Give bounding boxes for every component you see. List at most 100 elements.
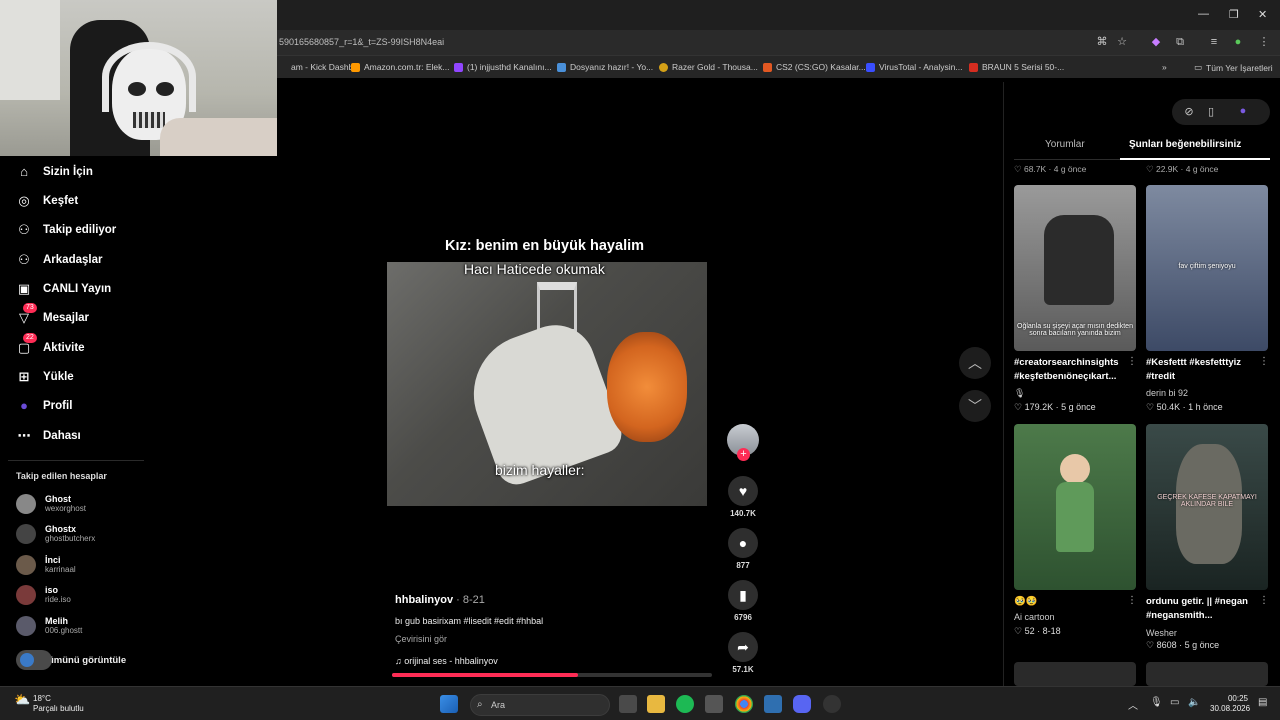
more-options-icon[interactable]: ⋮ <box>1127 595 1137 606</box>
bookmark-item[interactable]: (1) injjusthd Kanalını... <box>454 62 552 72</box>
music-link[interactable]: ♫ orijinal ses - hhbalinyov <box>395 656 715 666</box>
card-title[interactable]: #Kesfettt #kesfetttyiz #tredit <box>1146 356 1264 384</box>
menu-icon[interactable]: ⋮ <box>1257 35 1271 49</box>
bookmark-item[interactable]: BRAUN 5 Serisi 50-... <box>969 62 1064 72</box>
webcam-mask-teeth <box>133 112 165 128</box>
video-description: bı gub basirixam #lisedit #edit #hhbal <box>395 616 544 626</box>
tab-you-may-like[interactable]: Şunları beğenebilirsiniz <box>1129 139 1241 150</box>
card-author[interactable]: Wesher <box>1146 628 1177 638</box>
more-bookmarks-icon[interactable]: » <box>1162 62 1167 72</box>
microphone-icon[interactable]: 🎙 <box>1150 697 1163 708</box>
like-button[interactable]: ♥ 140.7K <box>726 476 760 518</box>
comment-button[interactable]: ● 877 <box>726 528 760 570</box>
braun-icon <box>969 62 978 72</box>
sidebar-item-upload[interactable]: ⊞ Yükle <box>16 369 74 385</box>
see-translation-link[interactable]: Çevirisini gör <box>395 634 715 644</box>
phone-icon[interactable]: ▯ <box>1204 105 1218 119</box>
discord-icon[interactable] <box>793 695 811 713</box>
sidebar-item-activity[interactable]: ▢ 22 Aktivite <box>16 333 85 356</box>
video-thumbnail[interactable]: Oğlanla su şişeyi açar mısın dedikten so… <box>1014 185 1136 351</box>
tab-comments[interactable]: Yorumlar <box>1045 139 1085 150</box>
followed-account[interactable]: Ghostx ghostbutcherx <box>16 524 95 544</box>
start-icon[interactable] <box>440 695 458 713</box>
chrome-icon[interactable] <box>735 695 753 713</box>
bookmark-item[interactable]: Razer Gold - Thousa... <box>659 62 758 72</box>
card-author[interactable]: Ai cartoon <box>1014 612 1055 622</box>
bookmark-item[interactable]: Amazon.com.tr: Elek... <box>351 62 450 72</box>
more-options-icon[interactable]: ⋮ <box>1259 356 1269 367</box>
see-all-button[interactable]: ümünü görüntüle <box>16 650 126 670</box>
previous-video-button[interactable]: ︿ <box>959 347 991 379</box>
file-explorer-icon[interactable] <box>647 695 665 713</box>
translate-icon[interactable]: ⌘ <box>1095 35 1109 49</box>
system-clock[interactable]: 00:25 30.08.2026 <box>1210 694 1250 714</box>
address-bar[interactable]: 590165680857_r=1&_t=ZS-99ISH8N4eai ⌘ ☆ ◆… <box>277 30 1280 56</box>
volume-icon[interactable]: 🔈 <box>1188 697 1200 708</box>
obs-icon[interactable] <box>823 695 841 713</box>
weather-icon[interactable]: ⛅ <box>14 692 30 708</box>
bookmark-item[interactable]: Dosyanız hazır! - Yo... <box>557 62 653 72</box>
see-all-toggle[interactable] <box>16 650 52 670</box>
video-thumbnail[interactable] <box>1014 662 1136 686</box>
video-thumbnail[interactable] <box>1146 662 1268 686</box>
network-icon[interactable]: ▭ <box>1170 697 1179 708</box>
sidebar-item-following[interactable]: ⚇ Takip ediliyor <box>16 222 116 238</box>
bookmark-item[interactable]: VirusTotal - Analysin... <box>866 62 962 72</box>
extension-icon[interactable]: ◆ <box>1149 35 1163 49</box>
compass-icon[interactable]: ⊘ <box>1182 105 1196 119</box>
notifications-icon[interactable]: ▤ <box>1258 697 1267 708</box>
tray-chevron-up-icon[interactable]: ︿ <box>1128 697 1138 712</box>
card-title[interactable]: #creatorsearchinsights #keşfetbenıöneçık… <box>1014 356 1132 384</box>
video-progress-bar[interactable] <box>392 673 712 677</box>
task-view-icon[interactable] <box>619 695 637 713</box>
video-thumbnail[interactable] <box>1014 424 1136 590</box>
close-icon[interactable]: ✕ <box>1258 8 1267 21</box>
creator-avatar-button[interactable]: + <box>726 424 760 461</box>
video-thumbnail[interactable]: GEÇREK KAFESE KAPATMAYI AKLINDAR BİLE <box>1146 424 1268 590</box>
weather-widget[interactable]: 18°C Parçalı bulutlu <box>33 694 84 714</box>
author-name[interactable]: hhbalinyov <box>395 594 453 606</box>
card-title[interactable]: 🥹🥹 <box>1014 595 1132 609</box>
more-options-icon[interactable]: ⋮ <box>1259 595 1269 606</box>
sidebar-item-more[interactable]: ⋯ Dahası <box>16 428 81 444</box>
all-bookmarks[interactable]: ▭ Tüm Yer İşaretleri <box>1194 62 1273 73</box>
thumbnail-overlay-text: fav çiftim şeniyoyu <box>1178 263 1236 270</box>
steam-icon[interactable] <box>764 695 782 713</box>
more-options-icon[interactable]: ⋮ <box>1127 356 1137 367</box>
follow-plus-icon[interactable]: + <box>737 448 750 461</box>
minimize-icon[interactable]: — <box>1198 8 1209 20</box>
card-author[interactable]: 🎙 <box>1014 388 1025 399</box>
taskbar-search[interactable]: ⌕ Ara <box>470 694 610 716</box>
sidebar-item-live[interactable]: ▣ CANLI Yayın <box>16 281 111 297</box>
profile-avatar-icon[interactable]: ● <box>1231 35 1245 49</box>
avatar <box>16 524 36 544</box>
followed-account[interactable]: Melih 006.ghostt <box>16 616 82 636</box>
next-video-button[interactable]: ﹀ <box>959 390 991 422</box>
sidebar-item-explore[interactable]: ◎ Keşfet <box>16 193 78 209</box>
star-icon[interactable]: ☆ <box>1115 35 1129 49</box>
video-thumbnail[interactable]: fav çiftim şeniyoyu <box>1146 185 1268 351</box>
video-author[interactable]: hhbalinyov · 8-21 <box>395 594 715 606</box>
bookmark-item[interactable]: CS2 (CS:GO) Kasalar... <box>763 62 866 72</box>
card-author[interactable]: derin bi 92 <box>1146 388 1188 398</box>
sidebar-divider <box>8 460 144 461</box>
puzzle-icon[interactable]: ⧉ <box>1173 35 1187 49</box>
spotify-icon[interactable] <box>676 695 694 713</box>
followed-account[interactable]: Ghost wexorghost <box>16 494 86 514</box>
progress-fill <box>392 673 578 677</box>
media-icon[interactable]: ≡ <box>1207 35 1221 49</box>
url-text[interactable]: 590165680857_r=1&_t=ZS-99ISH8N4eai <box>279 37 444 47</box>
followed-account[interactable]: İnci karrinaal <box>16 555 76 575</box>
followed-account[interactable]: iso ride.iso <box>16 585 71 605</box>
restore-icon[interactable]: ❐ <box>1229 8 1239 21</box>
share-button[interactable]: ➦ 57.1K <box>726 632 760 674</box>
sidebar-item-messages[interactable]: ▽ 73 Mesajlar <box>16 303 89 326</box>
avatar[interactable]: ● <box>1236 105 1250 119</box>
sidebar-item-friends[interactable]: ⚇ Arkadaşlar <box>16 252 102 268</box>
app-icon[interactable] <box>705 695 723 713</box>
bookmark-icon: ▮ <box>728 580 758 610</box>
sidebar-item-profile[interactable]: ● Profil <box>16 398 72 414</box>
save-button[interactable]: ▮ 6796 <box>726 580 760 622</box>
card-title[interactable]: ordunu getir. || #negan #negansmith... <box>1146 595 1264 623</box>
sidebar-item-for-you[interactable]: ⌂ Sizin İçin <box>16 164 93 180</box>
